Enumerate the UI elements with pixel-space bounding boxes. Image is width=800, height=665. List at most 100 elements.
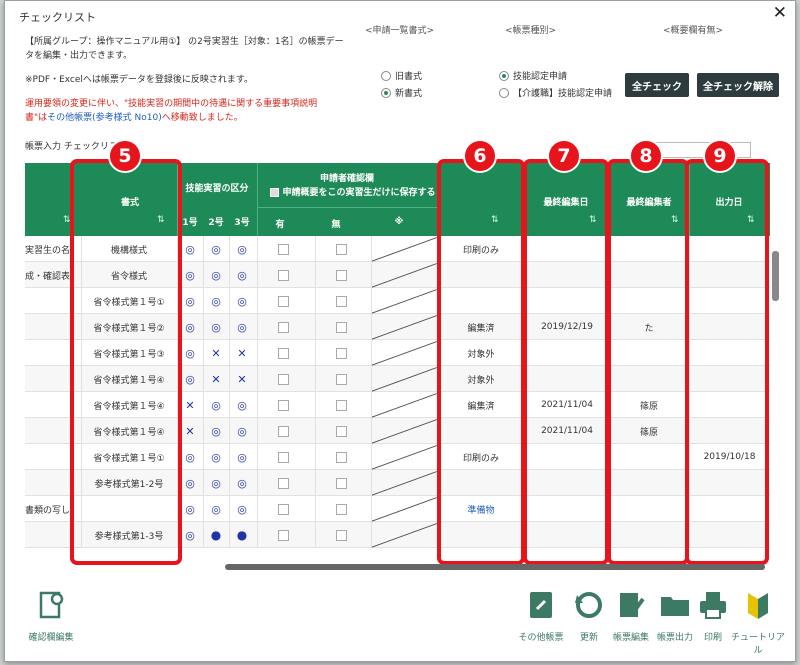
status-mark: ◎ bbox=[185, 268, 195, 282]
checkbox[interactable] bbox=[335, 477, 347, 489]
status-mark: ◎ bbox=[185, 372, 195, 386]
tutorial-label: チュートリアル bbox=[730, 633, 785, 656]
care-skill-cert-option[interactable]: 【介護職】技能認定申請 bbox=[499, 86, 612, 99]
status-mark: ◎ bbox=[237, 242, 247, 256]
radio-icon[interactable] bbox=[381, 70, 391, 81]
horizontal-scrollbar[interactable] bbox=[185, 563, 765, 571]
checkbox[interactable] bbox=[335, 451, 347, 463]
highlight-box-output-date bbox=[685, 159, 769, 565]
status-mark: ◎ bbox=[211, 450, 221, 464]
yes-checkbox-cell bbox=[273, 340, 293, 366]
checkbox[interactable] bbox=[335, 295, 347, 307]
status-mark: ◎ bbox=[211, 294, 221, 308]
status-mark: ◎ bbox=[185, 450, 195, 464]
checkbox[interactable] bbox=[335, 321, 347, 333]
divider bbox=[257, 262, 258, 288]
skill-cert-option[interactable]: 技能認定申請 bbox=[499, 69, 567, 82]
status-mark: ◎ bbox=[185, 242, 195, 256]
vertical-scrollbar[interactable] bbox=[771, 231, 781, 561]
no-checkbox-cell bbox=[331, 288, 351, 314]
new-format-option[interactable]: 新書式 bbox=[381, 86, 422, 99]
status-mark: ◎ bbox=[211, 476, 221, 490]
col-no3: 3号 bbox=[234, 218, 250, 228]
checkbox[interactable] bbox=[277, 477, 289, 489]
other-forms-tool[interactable]: その他帳票 bbox=[513, 589, 569, 643]
cell-m3: ◎ bbox=[229, 392, 255, 418]
divider bbox=[315, 288, 316, 314]
refresh-tool[interactable]: 更新 bbox=[571, 589, 607, 643]
checkbox[interactable] bbox=[277, 399, 289, 411]
checkbox[interactable] bbox=[335, 269, 347, 281]
checkbox[interactable] bbox=[277, 451, 289, 463]
scroll-thumb[interactable] bbox=[772, 251, 779, 301]
old-format-option[interactable]: 旧書式 bbox=[381, 69, 422, 82]
status-mark: ◎ bbox=[185, 476, 195, 490]
cell-m2: ◎ bbox=[203, 262, 229, 288]
divider bbox=[229, 340, 230, 366]
checkbox[interactable] bbox=[335, 243, 347, 255]
form-edit-tool[interactable]: 帳票編集 bbox=[609, 589, 653, 643]
divider bbox=[257, 392, 258, 418]
badge-8: 8 bbox=[629, 139, 663, 173]
skill-cert-label: 技能認定申請 bbox=[513, 72, 568, 82]
radio-selected-icon[interactable] bbox=[381, 87, 391, 98]
note-slash bbox=[370, 445, 437, 470]
checkbox[interactable] bbox=[277, 425, 289, 437]
check-all-button[interactable]: 全チェック bbox=[625, 73, 689, 97]
status-mark: ✕ bbox=[185, 398, 195, 412]
checkbox[interactable] bbox=[335, 529, 347, 541]
status-mark: ◎ bbox=[237, 476, 247, 490]
confirm-edit-tool[interactable]: 確認欄編集 bbox=[23, 589, 79, 643]
printer-icon bbox=[700, 592, 726, 619]
status-mark: ◎ bbox=[185, 346, 195, 360]
notice-line-2: 書"はその他帳票(参考様式 No10)へ移動致しました。 bbox=[25, 111, 243, 125]
radio-selected-icon[interactable] bbox=[499, 70, 509, 81]
divider bbox=[229, 444, 230, 470]
divider bbox=[203, 340, 204, 366]
cell-m3: ◎ bbox=[229, 314, 255, 340]
radio-icon[interactable] bbox=[499, 87, 509, 98]
checkbox[interactable] bbox=[277, 321, 289, 333]
cell-m3: ◎ bbox=[229, 470, 255, 496]
checkbox[interactable] bbox=[335, 425, 347, 437]
divider bbox=[315, 418, 316, 444]
highlight-box-last-edit-date bbox=[523, 159, 609, 565]
checkbox[interactable] bbox=[277, 243, 289, 255]
form-output-tool[interactable]: 帳票出力 bbox=[653, 589, 697, 643]
scroll-thumb[interactable] bbox=[225, 564, 765, 570]
tutorial-tool[interactable]: チュートリアル bbox=[729, 589, 787, 656]
new-format-label: 新書式 bbox=[395, 89, 423, 99]
divider bbox=[229, 314, 230, 340]
checkbox[interactable] bbox=[277, 347, 289, 359]
badge-5: 5 bbox=[108, 139, 142, 173]
checkbox[interactable] bbox=[277, 503, 289, 515]
checkbox[interactable] bbox=[335, 373, 347, 385]
checkbox[interactable] bbox=[277, 269, 289, 281]
checkbox[interactable] bbox=[277, 373, 289, 385]
uncheck-all-button[interactable]: 全チェック解除 bbox=[697, 73, 779, 97]
divider bbox=[315, 236, 316, 262]
print-tool[interactable]: 印刷 bbox=[695, 589, 731, 643]
cell-m3: ✕ bbox=[229, 340, 255, 366]
divider bbox=[257, 314, 258, 340]
close-icon[interactable]: ✕ bbox=[773, 3, 787, 23]
cell-m2: ◎ bbox=[203, 314, 229, 340]
checkbox[interactable] bbox=[335, 399, 347, 411]
other-forms-link[interactable]: その他帳票(参考様式 No10) bbox=[47, 113, 162, 123]
old-format-label: 旧書式 bbox=[395, 72, 423, 82]
col-applicant-confirm: 申請者確認欄 bbox=[319, 174, 374, 184]
checkbox[interactable] bbox=[277, 529, 289, 541]
badge-6: 6 bbox=[463, 139, 497, 173]
checkbox[interactable] bbox=[277, 295, 289, 307]
status-mark: ◎ bbox=[237, 502, 247, 516]
dialog-title: チェックリスト bbox=[19, 11, 96, 24]
edit-document-icon bbox=[620, 593, 645, 617]
checkbox[interactable] bbox=[335, 503, 347, 515]
save-all-checkbox-label[interactable]: 申請概要をこの実習生だけに保存する bbox=[263, 185, 443, 198]
divider bbox=[203, 522, 204, 548]
checkbox-icon[interactable] bbox=[270, 188, 280, 197]
divider bbox=[203, 262, 204, 288]
divider bbox=[371, 444, 372, 470]
checkbox[interactable] bbox=[335, 347, 347, 359]
divider bbox=[257, 522, 258, 548]
